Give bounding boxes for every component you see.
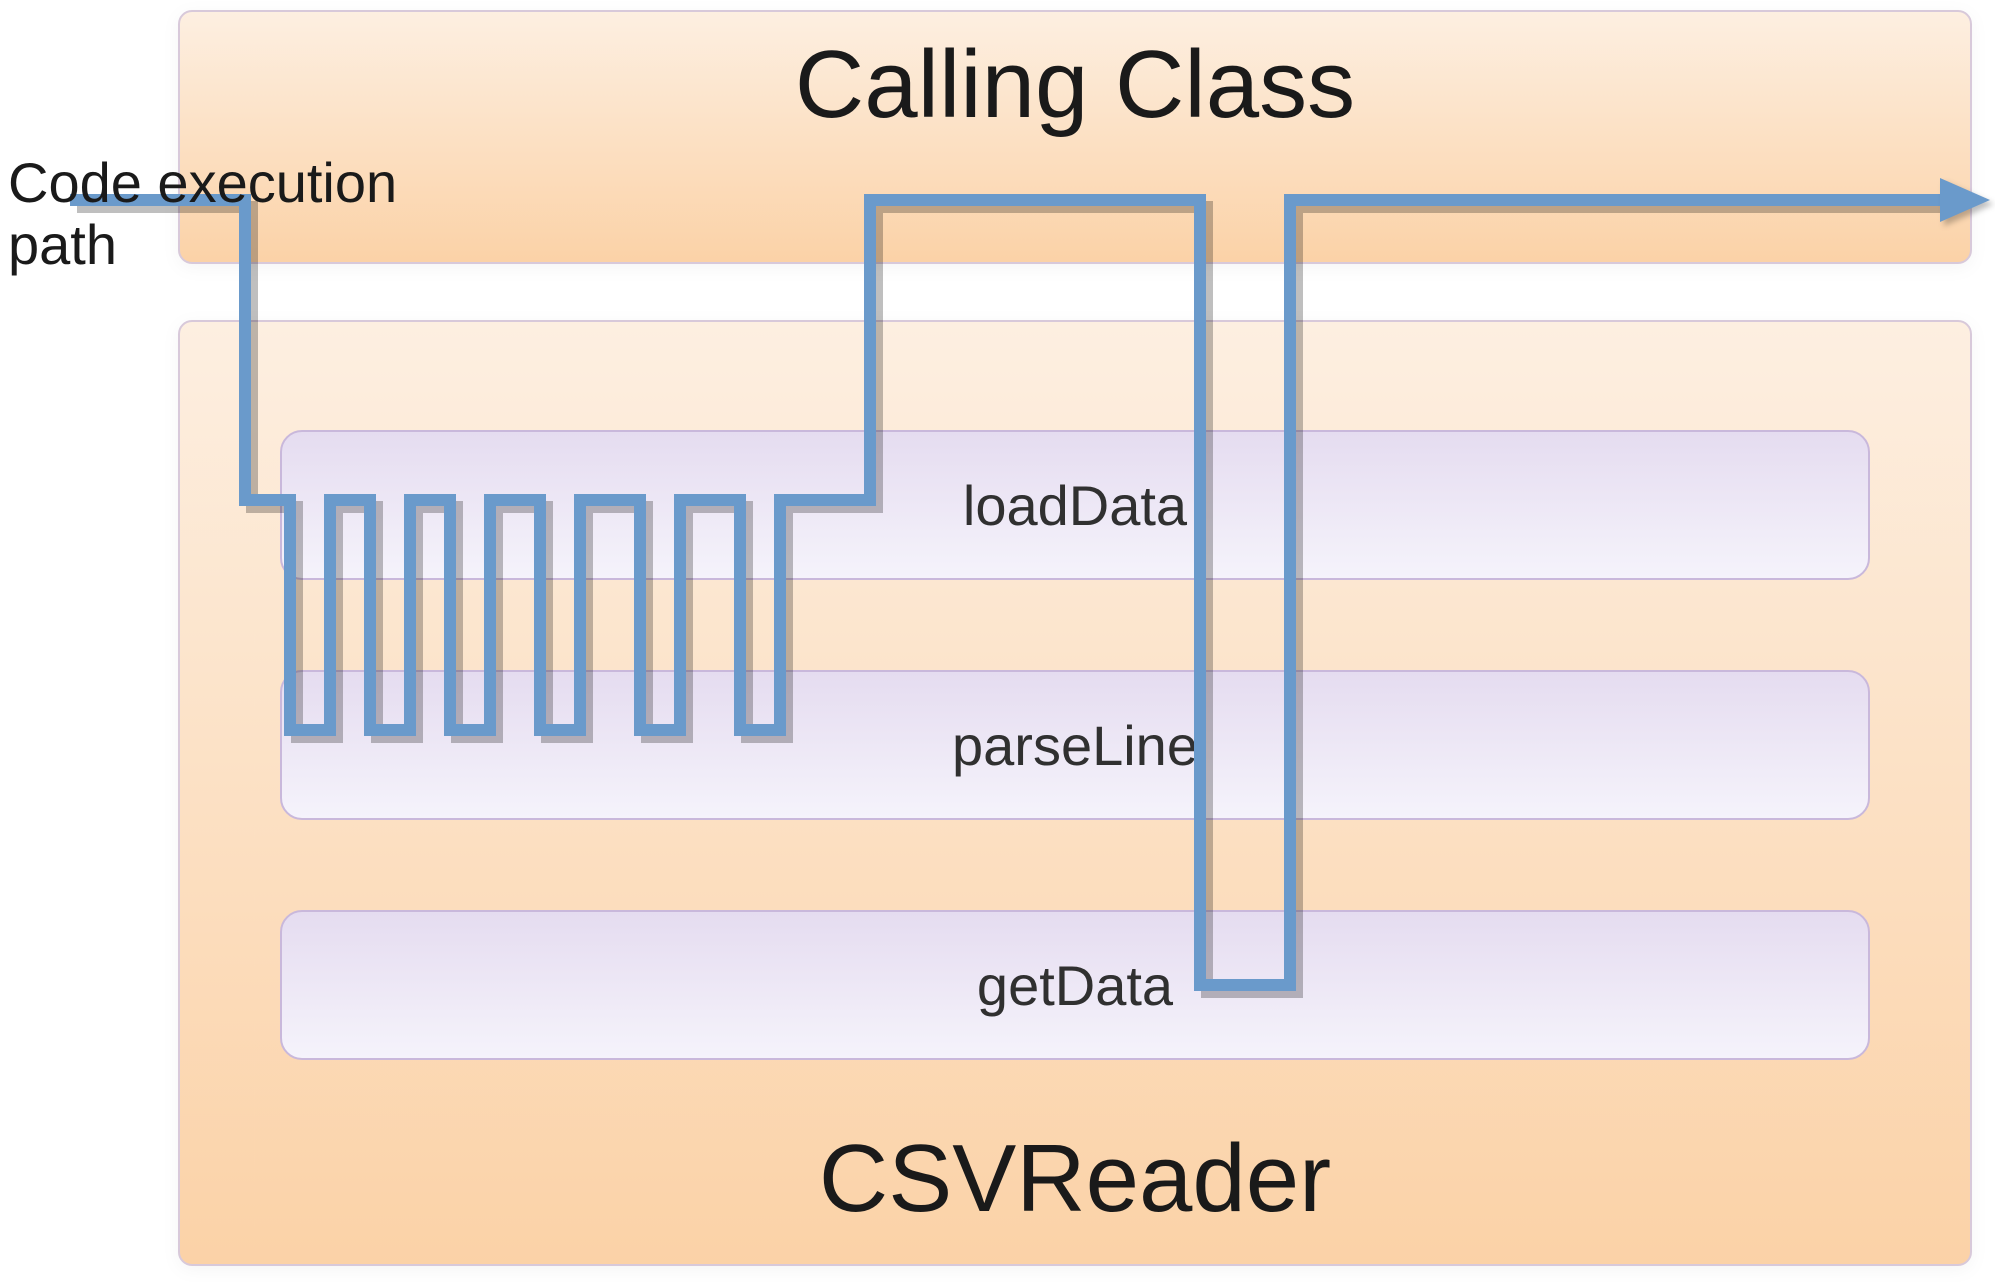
calling-class-title: Calling Class: [180, 30, 1970, 140]
method-getdata: getData: [280, 910, 1870, 1060]
execution-path-label-line1: Code execution: [8, 151, 397, 214]
csvreader-title: CSVReader: [180, 1124, 1970, 1234]
method-parseline: parseLine: [280, 670, 1870, 820]
calling-class-box: Calling Class: [178, 10, 1972, 264]
execution-path-label: Code execution path: [8, 152, 397, 275]
execution-path-label-line2: path: [8, 213, 117, 276]
method-loaddata: loadData: [280, 430, 1870, 580]
